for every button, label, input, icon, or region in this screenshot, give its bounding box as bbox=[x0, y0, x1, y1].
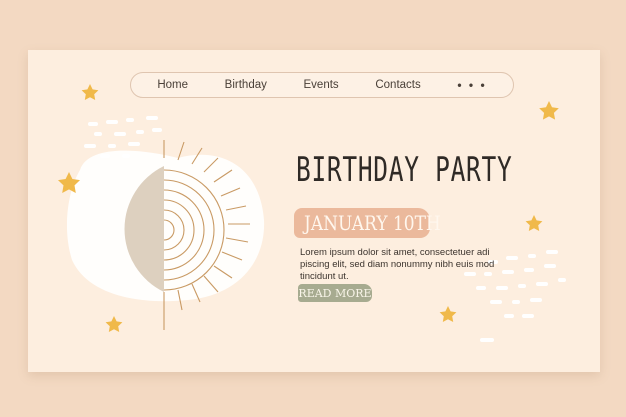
star-icon bbox=[539, 101, 559, 120]
top-nav: Home Birthday Events Contacts • • • bbox=[130, 72, 514, 98]
page-title: BIRTHDAY PARTY bbox=[296, 150, 513, 190]
nav-item-birthday[interactable]: Birthday bbox=[225, 79, 267, 91]
read-more-button[interactable]: READ MORE bbox=[298, 284, 372, 302]
star-icon bbox=[105, 316, 123, 332]
star-icon bbox=[525, 215, 543, 231]
star-icon bbox=[81, 84, 99, 100]
landing-card: Home Birthday Events Contacts • • • BIRT… bbox=[28, 50, 600, 372]
event-date: JANUARY 10TH bbox=[304, 211, 441, 235]
nav-item-contacts[interactable]: Contacts bbox=[375, 79, 420, 91]
more-dots-icon[interactable]: • • • bbox=[457, 78, 486, 92]
description-text: Lorem ipsum dolor sit amet, consectetuer… bbox=[300, 247, 495, 282]
date-badge: JANUARY 10TH bbox=[294, 208, 441, 238]
star-icon bbox=[439, 306, 457, 322]
nav-item-events[interactable]: Events bbox=[304, 79, 339, 91]
nav-item-home[interactable]: Home bbox=[157, 79, 188, 91]
cloud-blob bbox=[66, 150, 265, 302]
